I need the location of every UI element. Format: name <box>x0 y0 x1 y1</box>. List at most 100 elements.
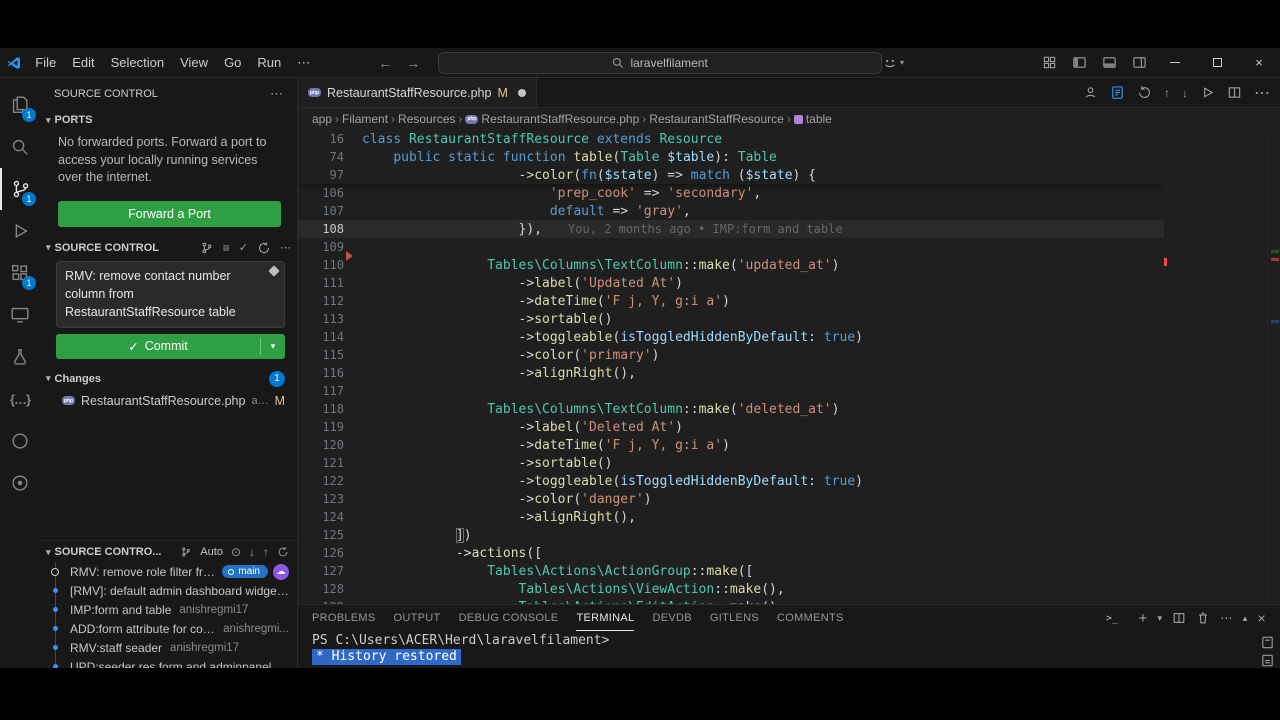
minimize-button[interactable] <box>1154 48 1196 78</box>
code-line-109[interactable]: 109 <box>298 238 1164 256</box>
code-line-97[interactable]: 97 ->color(fn($state) => match ($state) … <box>298 166 1164 184</box>
code-line-111[interactable]: 111 ->label('Updated At') <box>298 274 1164 292</box>
source-control-icon[interactable]: 1 <box>0 168 40 210</box>
refresh-icon[interactable] <box>277 546 289 558</box>
code-line-106[interactable]: 106 'prep_cook' => 'secondary', <box>298 184 1164 202</box>
breadcrumb-item-table[interactable]: table <box>806 112 832 126</box>
commit-check-icon[interactable]: ✓ <box>239 241 248 254</box>
changes-section-header[interactable]: ▾ Changes 1 <box>40 367 297 391</box>
minimap[interactable] <box>1164 130 1268 604</box>
line-number[interactable]: 122 <box>298 474 344 488</box>
scm-more-icon[interactable]: ⋯ <box>280 241 291 254</box>
code-line-128[interactable]: 128 Tables\Actions\ViewAction::make(), <box>298 580 1164 598</box>
menu-file[interactable]: File <box>27 52 64 73</box>
menu-edit[interactable]: Edit <box>64 52 102 73</box>
line-number[interactable]: 119 <box>298 420 344 434</box>
view-list-icon[interactable]: ≡ <box>223 241 230 255</box>
open-changes-icon[interactable] <box>1110 85 1125 100</box>
code-line-113[interactable]: 113 ->sortable() <box>298 310 1164 328</box>
panel-tab-debug-console[interactable]: DEBUG CONSOLE <box>459 605 559 631</box>
line-number[interactable]: 106 <box>298 186 344 200</box>
extensions-icon[interactable]: 1 <box>0 252 40 294</box>
code-line-124[interactable]: 124 ->alignRight(), <box>298 508 1164 526</box>
back-icon[interactable]: ← <box>378 55 392 71</box>
gitlens-icon[interactable] <box>0 420 40 462</box>
breadcrumb-item-filament[interactable]: Filament <box>342 112 388 126</box>
kill-terminal-icon[interactable] <box>1196 611 1210 625</box>
forward-icon[interactable]: → <box>406 55 420 71</box>
code-editor[interactable]: 16 class RestaurantStaffResource extends … <box>298 130 1280 604</box>
code-line-108[interactable]: 108 }), You, 2 months ago • IMP:form and … <box>298 220 1164 238</box>
maximize-button[interactable] <box>1196 48 1238 78</box>
line-number[interactable]: 126 <box>298 546 344 560</box>
sidebar-more-icon[interactable]: ⋯ <box>270 86 283 102</box>
git-deleted-lines-icon[interactable] <box>346 251 353 261</box>
line-number[interactable]: 109 <box>298 240 344 254</box>
code-line-16[interactable]: 16 class RestaurantStaffResource extends … <box>298 130 1164 148</box>
editor-scrollbar[interactable] <box>1268 130 1280 604</box>
panel-tab-output[interactable]: OUTPUT <box>394 605 441 631</box>
commit-list-item[interactable]: RMV: remove role filter from... main ☁ <box>40 562 297 581</box>
auto-toggle[interactable]: Auto <box>200 546 223 558</box>
vscode-logo-icon[interactable] <box>0 55 27 71</box>
line-number[interactable]: 112 <box>298 294 344 308</box>
line-number[interactable]: 114 <box>298 330 344 344</box>
new-terminal-icon[interactable]: + <box>1138 610 1147 627</box>
copilot-icon[interactable]: ▾ <box>882 55 904 71</box>
code-line-107[interactable]: 107 default => 'gray', <box>298 202 1164 220</box>
line-number[interactable]: 107 <box>298 204 344 218</box>
line-number[interactable]: 108 <box>298 222 344 236</box>
code-line-74[interactable]: 74 public static function table(Table $t… <box>298 148 1164 166</box>
sticky-scroll[interactable]: 16 class RestaurantStaffResource extends … <box>298 130 1164 184</box>
toggle-blame-icon[interactable] <box>1083 85 1098 100</box>
customize-layout-icon[interactable] <box>1034 52 1064 74</box>
code-line-121[interactable]: 121 ->sortable() <box>298 454 1164 472</box>
commit-button[interactable]: ✓ Commit ▾ <box>56 333 285 359</box>
toggle-secondary-sidebar-icon[interactable] <box>1124 52 1154 74</box>
commit-list-item[interactable]: RMV:staff seader anishregmi17 <box>40 638 297 657</box>
menu-view[interactable]: View <box>172 52 216 73</box>
panel-tab-gitlens[interactable]: GITLENS <box>710 605 759 631</box>
commit-message-input[interactable]: RMV: remove contact number column from R… <box>56 260 285 328</box>
breadcrumb-item-app[interactable]: app <box>312 112 332 126</box>
line-number[interactable]: 125 <box>298 528 344 542</box>
remote-explorer-icon[interactable] <box>0 294 40 336</box>
toggle-panel-icon[interactable] <box>1094 52 1124 74</box>
todo-icon[interactable] <box>0 462 40 504</box>
next-change-icon[interactable]: ↓ <box>1182 86 1188 100</box>
terminal[interactable]: PS C:\Users\ACER\Herd\laravelfilament> *… <box>298 631 1280 665</box>
commit-list-item[interactable]: ADD:form attribute for contact anishregmi… <box>40 619 297 638</box>
code-line-126[interactable]: 126 ->actions([ <box>298 544 1164 562</box>
line-number[interactable]: 113 <box>298 312 344 326</box>
code-line-116[interactable]: 116 ->alignRight(), <box>298 364 1164 382</box>
close-button[interactable]: × <box>1238 48 1280 78</box>
pull-icon[interactable]: ↓ <box>249 545 255 559</box>
code-line-114[interactable]: 114 ->toggleable(isToggledHiddenByDefaul… <box>298 328 1164 346</box>
run-debug-icon[interactable] <box>0 210 40 252</box>
snippets-icon[interactable]: {…} <box>0 378 40 420</box>
fetch-icon[interactable]: ⊙ <box>231 545 241 559</box>
line-number[interactable]: 127 <box>298 564 344 578</box>
split-editor-icon[interactable] <box>1227 85 1242 100</box>
panel-tab-terminal[interactable]: TERMINAL <box>576 605 635 631</box>
code-line-117[interactable]: 117 <box>298 382 1164 400</box>
command-center-search[interactable]: laravelfilament <box>438 51 882 74</box>
breadcrumb-item-restaurantstaffresource-php[interactable]: RestaurantStaffResource.php <box>481 112 639 126</box>
line-number[interactable]: 97 <box>298 168 344 182</box>
menu-selection[interactable]: Selection <box>103 52 172 73</box>
line-number[interactable]: 16 <box>298 132 344 146</box>
line-number[interactable]: 123 <box>298 492 344 506</box>
code-line-119[interactable]: 119 ->label('Deleted At') <box>298 418 1164 436</box>
code-line-122[interactable]: 122 ->toggleable(isToggledHiddenByDefaul… <box>298 472 1164 490</box>
tab-restaurantstaffresource[interactable]: php RestaurantStaffResource.php M <box>298 78 537 107</box>
code-line-118[interactable]: 118 Tables\Columns\TextColumn::make('del… <box>298 400 1164 418</box>
previous-change-icon[interactable]: ↑ <box>1164 86 1170 100</box>
close-panel-icon[interactable]: × <box>1258 610 1266 626</box>
line-number[interactable]: 116 <box>298 366 344 380</box>
line-number[interactable]: 74 <box>298 150 344 164</box>
line-number[interactable]: 110 <box>298 258 344 272</box>
code-line-120[interactable]: 120 ->dateTime('F j, Y, g:i a') <box>298 436 1164 454</box>
split-terminal-icon[interactable] <box>1172 611 1186 625</box>
code-line-115[interactable]: 115 ->color('primary') <box>298 346 1164 364</box>
code-line-127[interactable]: 127 Tables\Actions\ActionGroup::make([ <box>298 562 1164 580</box>
